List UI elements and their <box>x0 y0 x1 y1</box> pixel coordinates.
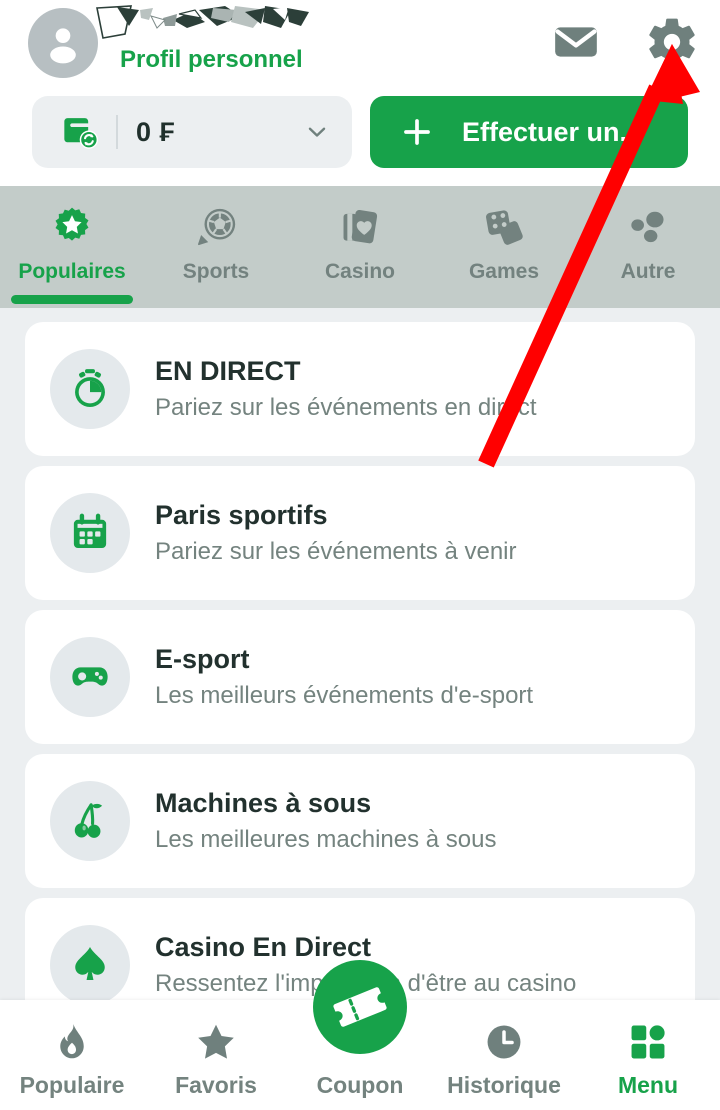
star-icon <box>194 1018 238 1066</box>
name-block: Profil personnel <box>95 2 395 82</box>
tab-populaires[interactable]: Populaires <box>0 186 144 308</box>
cherries-icon <box>50 781 130 861</box>
list-item-machines-a-sous[interactable]: Machines à sous Les meilleures machines … <box>25 754 695 888</box>
plus-icon <box>404 119 430 145</box>
tab-label: Populaires <box>18 260 126 283</box>
list-item-subtitle: Les meilleures machines à sous <box>155 825 497 853</box>
nav-item-favoris[interactable]: Favoris <box>144 1000 288 1110</box>
mail-envelope-icon <box>555 27 597 57</box>
grid-menu-icon <box>627 1018 669 1066</box>
action-row: 0 ₣ Effectuer un. <box>0 96 720 172</box>
settings-button[interactable] <box>642 12 702 72</box>
category-tabstrip: Populaires Sports Casino Games Autre <box>0 186 720 308</box>
list-item-text: Machines à sous Les meilleures machines … <box>155 787 497 854</box>
app-root: Profil personnel 0 ₣ Effectuer un. Popul… <box>0 0 720 1110</box>
dice-icon <box>481 202 527 254</box>
tab-autre[interactable]: Autre <box>576 186 720 308</box>
list-item-subtitle: Les meilleurs événements d'e-sport <box>155 681 534 709</box>
nav-label: Populaire <box>19 1071 125 1098</box>
nav-label: Historique <box>447 1071 561 1098</box>
chevron-down-icon <box>308 127 326 137</box>
mail-button[interactable] <box>546 12 606 72</box>
list-item-paris-sportifs[interactable]: Paris sportifs Pariez sur les événements… <box>25 466 695 600</box>
playing-cards-heart-icon <box>337 202 383 254</box>
tab-casino[interactable]: Casino <box>288 186 432 308</box>
star-badge-icon <box>49 202 95 254</box>
tab-active-indicator <box>11 295 133 304</box>
stopwatch-icon <box>50 349 130 429</box>
coupon-fab[interactable] <box>313 960 407 1054</box>
tab-sports[interactable]: Sports <box>144 186 288 308</box>
spade-icon <box>50 925 130 1000</box>
app-header: Profil personnel 0 ₣ Effectuer un. <box>0 0 720 186</box>
profile-label: Profil personnel <box>120 46 303 73</box>
category-list[interactable]: EN DIRECT Pariez sur les événements en d… <box>0 308 720 1000</box>
dots-cluster-icon <box>625 202 671 254</box>
soccer-ball-icon <box>193 202 239 254</box>
avatar[interactable] <box>28 8 98 78</box>
nav-item-menu[interactable]: Menu <box>576 1000 720 1110</box>
nav-label: Favoris <box>175 1071 257 1098</box>
clock-icon <box>483 1018 525 1066</box>
list-item-e-sport[interactable]: E-sport Les meilleurs événements d'e-spo… <box>25 610 695 744</box>
username-redacted <box>95 4 320 46</box>
nav-label: Menu <box>617 1071 679 1098</box>
flame-icon <box>51 1018 93 1066</box>
list-item-subtitle: Pariez sur les événements à venir <box>155 537 517 565</box>
deposit-button[interactable]: Effectuer un. <box>370 96 688 168</box>
nav-label: Coupon <box>316 1071 404 1098</box>
list-item-text: Paris sportifs Pariez sur les événements… <box>155 499 517 566</box>
list-item-title: Machines à sous <box>155 788 372 819</box>
tab-games[interactable]: Games <box>432 186 576 308</box>
list-item-subtitle: Pariez sur les événements en direct <box>155 393 537 421</box>
nav-item-populaire[interactable]: Populaire <box>0 1000 144 1110</box>
list-item-en-direct[interactable]: EN DIRECT Pariez sur les événements en d… <box>25 322 695 456</box>
gear-icon <box>649 18 695 66</box>
list-item-title: EN DIRECT <box>155 356 301 387</box>
list-item-title: Casino En Direct <box>155 932 372 963</box>
deposit-button-label: Effectuer un. <box>462 116 628 147</box>
balance-chip[interactable]: 0 ₣ <box>32 96 352 168</box>
nav-item-historique[interactable]: Historique <box>432 1000 576 1110</box>
user-avatar-icon <box>50 28 76 64</box>
list-item-text: E-sport Les meilleurs événements d'e-spo… <box>155 643 533 710</box>
calendar-icon <box>50 493 130 573</box>
gamepad-icon <box>50 637 130 717</box>
list-item-text: EN DIRECT Pariez sur les événements en d… <box>155 355 537 422</box>
list-item-title: E-sport <box>155 644 250 675</box>
coupon-ticket-icon <box>333 987 387 1027</box>
tab-label: Casino <box>324 260 395 283</box>
balance-amount: 0 ₣ <box>136 116 176 147</box>
chip-separator <box>116 115 118 149</box>
wallet-refresh-icon <box>56 109 102 155</box>
tab-label: Sports <box>182 260 250 283</box>
tab-label: Games <box>468 260 540 283</box>
profile-row: Profil personnel <box>0 0 720 84</box>
tab-label: Autre <box>620 260 676 283</box>
list-item-title: Paris sportifs <box>155 500 328 531</box>
header-icons <box>546 12 702 72</box>
